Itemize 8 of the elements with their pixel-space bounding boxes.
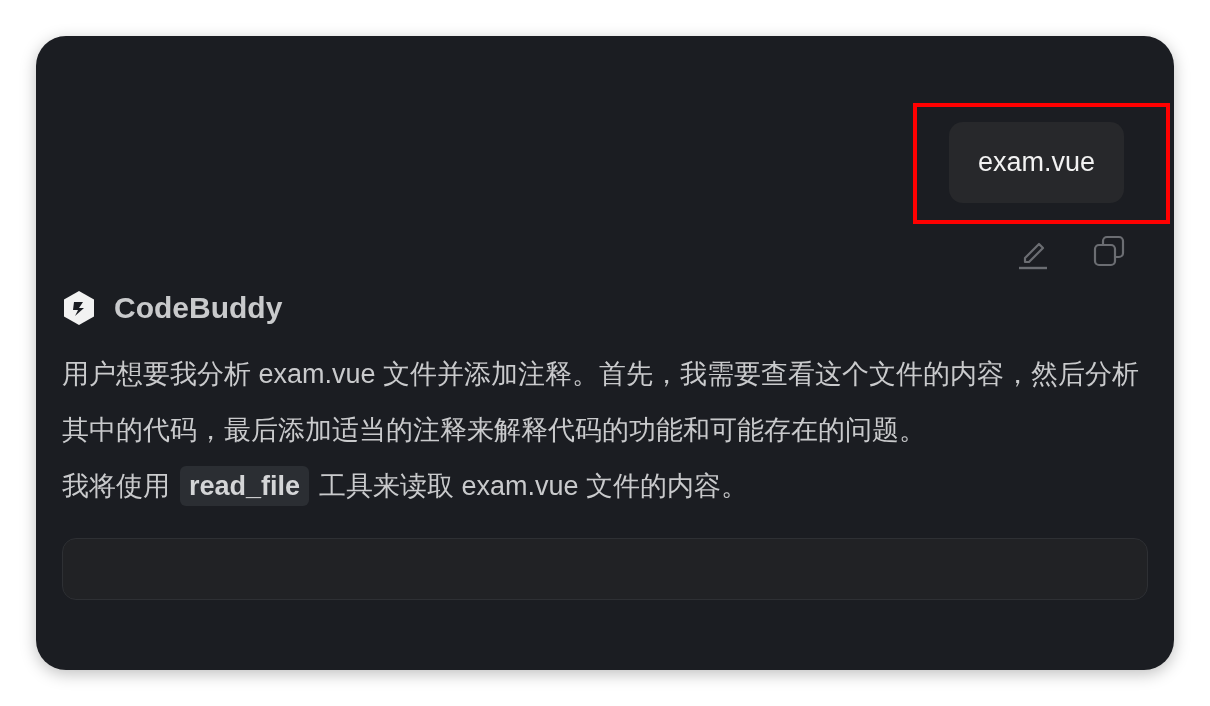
assistant-name: CodeBuddy xyxy=(114,291,283,325)
copy-icon[interactable] xyxy=(1092,234,1126,268)
message-text: 我将使用 xyxy=(62,471,170,501)
inline-code: read_file xyxy=(180,466,310,506)
message-text: 工具来读取 exam.vue 文件的内容。 xyxy=(319,471,749,501)
message-text: 用户想要我分析 exam.vue 文件并添加注释。首先，我需要查看这个文件的内容，然后分析其中的代码，最后添加适当的注释来解释代码的功能和可能存在的问题。 xyxy=(62,359,1140,445)
user-message: exam.vue xyxy=(948,122,1124,203)
logo-icon xyxy=(62,290,96,326)
